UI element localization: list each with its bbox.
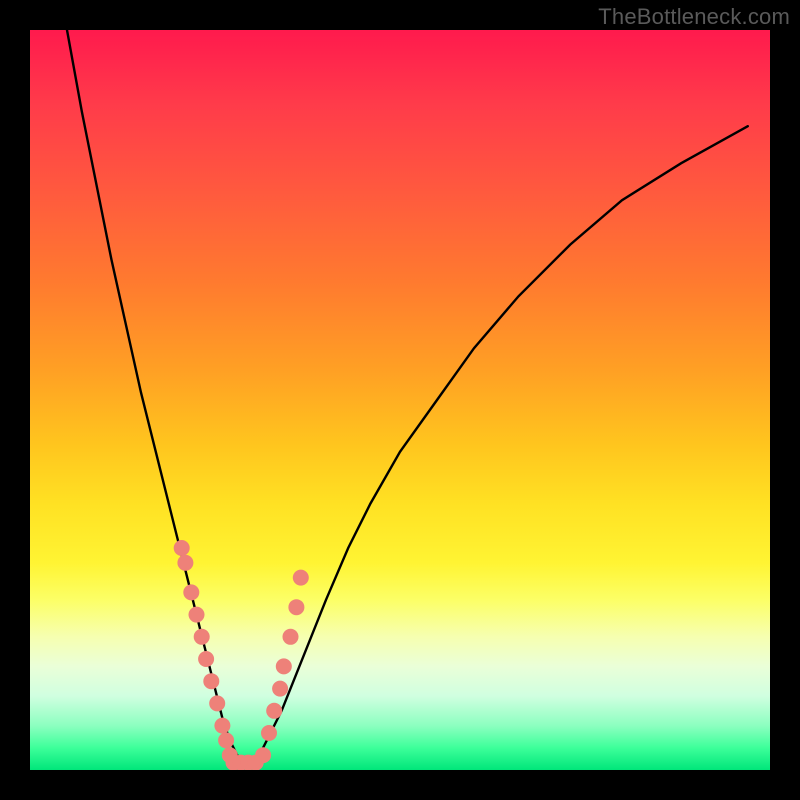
sample-point	[183, 584, 199, 600]
sample-point	[214, 718, 230, 734]
sample-point	[272, 681, 288, 697]
sample-point	[174, 540, 190, 556]
bottleneck-curve	[67, 30, 748, 763]
sample-points	[174, 540, 309, 770]
sample-point	[261, 725, 277, 741]
sample-point	[266, 703, 282, 719]
sample-point	[293, 570, 309, 586]
sample-point	[189, 607, 205, 623]
sample-point	[194, 629, 210, 645]
sample-point	[198, 651, 214, 667]
plot-area	[30, 30, 770, 770]
sample-point	[177, 555, 193, 571]
sample-point	[255, 747, 271, 763]
sample-point	[209, 695, 225, 711]
sample-point	[288, 599, 304, 615]
sample-point	[283, 629, 299, 645]
watermark-text: TheBottleneck.com	[598, 4, 790, 30]
sample-point	[218, 732, 234, 748]
sample-point	[276, 658, 292, 674]
chart-frame: TheBottleneck.com	[0, 0, 800, 800]
sample-point	[203, 673, 219, 689]
